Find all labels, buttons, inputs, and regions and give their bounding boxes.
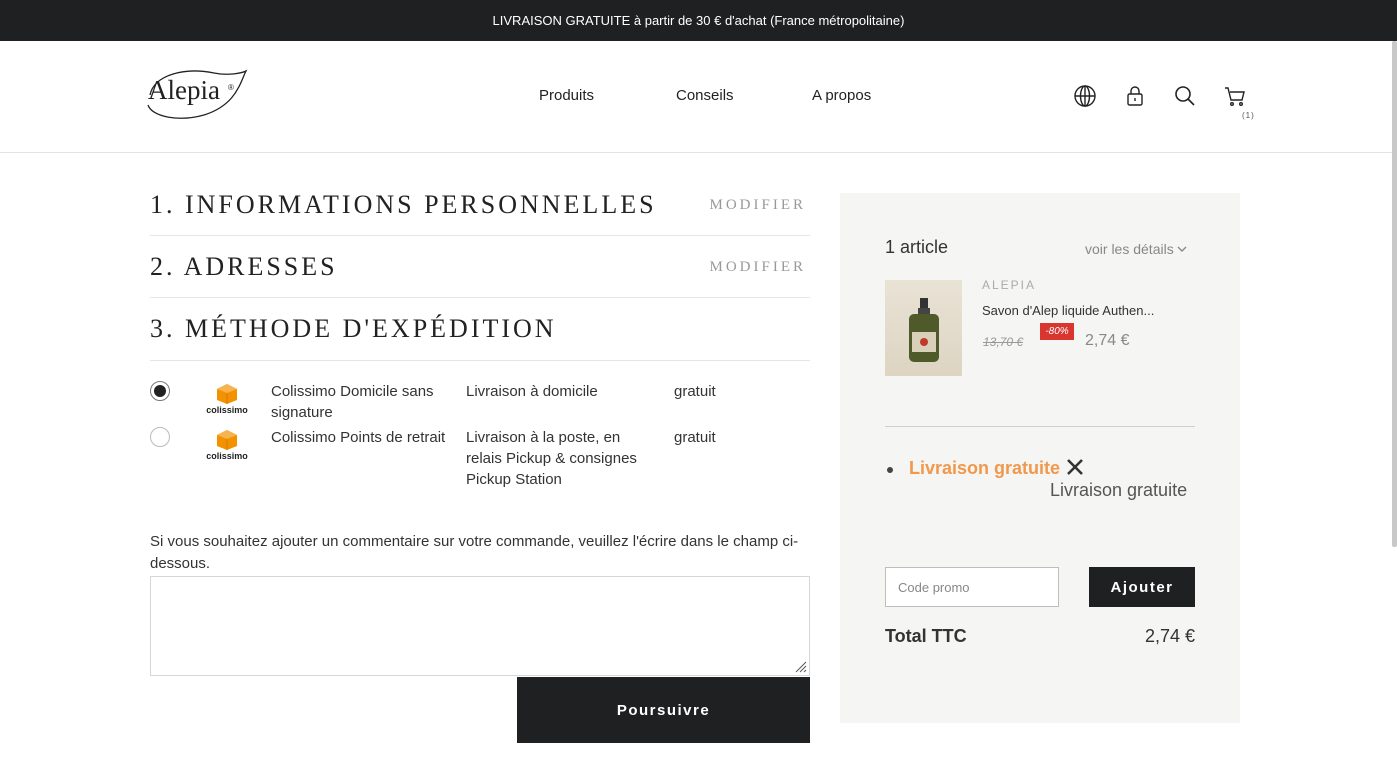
carrier-radio[interactable] (150, 381, 170, 401)
carrier-description: Livraison à la poste, en relais Pickup &… (466, 429, 637, 488)
edit-personal-info-link[interactable]: MODIFIER (709, 197, 806, 214)
search-icon[interactable] (1173, 84, 1197, 108)
site-header: Alepia ® Produits Conseils A propos (1) (0, 41, 1397, 153)
colissimo-logo: colissimo (206, 429, 248, 461)
edit-addresses-link[interactable]: MODIFIER (709, 259, 806, 276)
free-shipping-text: Livraison gratuite (1050, 480, 1188, 500)
carrier-name: Colissimo Domicile sans signature (271, 383, 434, 421)
product-name[interactable]: Savon d'Alep liquide Authen... (982, 303, 1154, 318)
carrier-price: gratuit (674, 383, 716, 400)
add-promo-button[interactable]: Ajouter (1089, 567, 1195, 607)
product-brand: ALEPIA (982, 278, 1037, 292)
step-shipping-method: 3. MÉTHODE D'EXPÉDITION (150, 310, 810, 361)
cart-icon[interactable] (1223, 84, 1247, 108)
nav-conseils[interactable]: Conseils (676, 87, 734, 104)
show-details-link[interactable]: voir les détails (1085, 241, 1174, 257)
comment-textarea[interactable] (150, 576, 810, 676)
lock-icon[interactable] (1123, 84, 1147, 108)
product-image[interactable] (885, 280, 962, 376)
step-title: 1. INFORMATIONS PERSONNELLES (150, 190, 657, 219)
carrier-option-points-retrait[interactable]: colissimo Colissimo Points de retrait Li… (150, 427, 810, 493)
colissimo-logo: colissimo (206, 383, 248, 415)
comment-label: Si vous souhaitez ajouter un commentaire… (150, 533, 799, 572)
logo-text: Alepia (148, 75, 220, 105)
order-summary: 1 article voir les détails ALEPIA Savon … (840, 193, 1240, 723)
step-personal-info: 1. INFORMATIONS PERSONNELLES MODIFIER (150, 186, 810, 236)
cart-count: (1) (1242, 111, 1255, 120)
carrier-description: Livraison à domicile (466, 383, 598, 400)
promo-code-input[interactable] (885, 567, 1059, 607)
product-old-price: 13,70 € (983, 335, 1024, 349)
discount-badge: -80% (1040, 323, 1074, 340)
summary-divider (885, 426, 1195, 427)
total-label: Total TTC (885, 626, 967, 646)
total-value: 2,74 € (1144, 626, 1195, 646)
carrier-price: gratuit (674, 429, 716, 446)
globe-icon[interactable] (1073, 84, 1097, 108)
resize-grip-icon[interactable] (794, 660, 807, 673)
free-shipping-link[interactable]: Livraison gratuite (909, 458, 1060, 479)
article-count: 1 article (885, 237, 949, 257)
colissimo-logo-text: colissimo (206, 451, 248, 461)
product-price: 2,74 € (1085, 332, 1130, 349)
logo-registered: ® (228, 83, 234, 92)
step-title: 3. MÉTHODE D'EXPÉDITION (150, 314, 557, 343)
colissimo-logo-text: colissimo (206, 405, 248, 415)
colissimo-box-icon (217, 430, 237, 450)
carrier-radio[interactable] (150, 427, 170, 447)
announcement-text: LIVRAISON GRATUITE à partir de 30 € d'ac… (492, 13, 905, 28)
close-icon[interactable] (1065, 457, 1085, 477)
carrier-option-domicile[interactable]: colissimo Colissimo Domicile sans signat… (150, 381, 810, 425)
announcement-bar: LIVRAISON GRATUITE à partir de 30 € d'ac… (0, 0, 1397, 41)
step-addresses: 2. ADRESSES MODIFIER (150, 248, 810, 298)
soap-bottle-image (909, 298, 939, 362)
step-title: 2. ADRESSES (150, 252, 338, 281)
carrier-name: Colissimo Points de retrait (271, 429, 446, 446)
list-bullet (887, 467, 893, 473)
nav-produits[interactable]: Produits (539, 87, 594, 104)
nav-a-propos[interactable]: A propos (812, 87, 871, 104)
alepia-logo[interactable]: Alepia ® (144, 65, 248, 121)
page-scrollbar[interactable] (1392, 41, 1397, 547)
continue-button[interactable]: Poursuivre (517, 677, 810, 743)
chevron-down-icon[interactable] (1177, 244, 1187, 254)
colissimo-box-icon (217, 384, 237, 404)
